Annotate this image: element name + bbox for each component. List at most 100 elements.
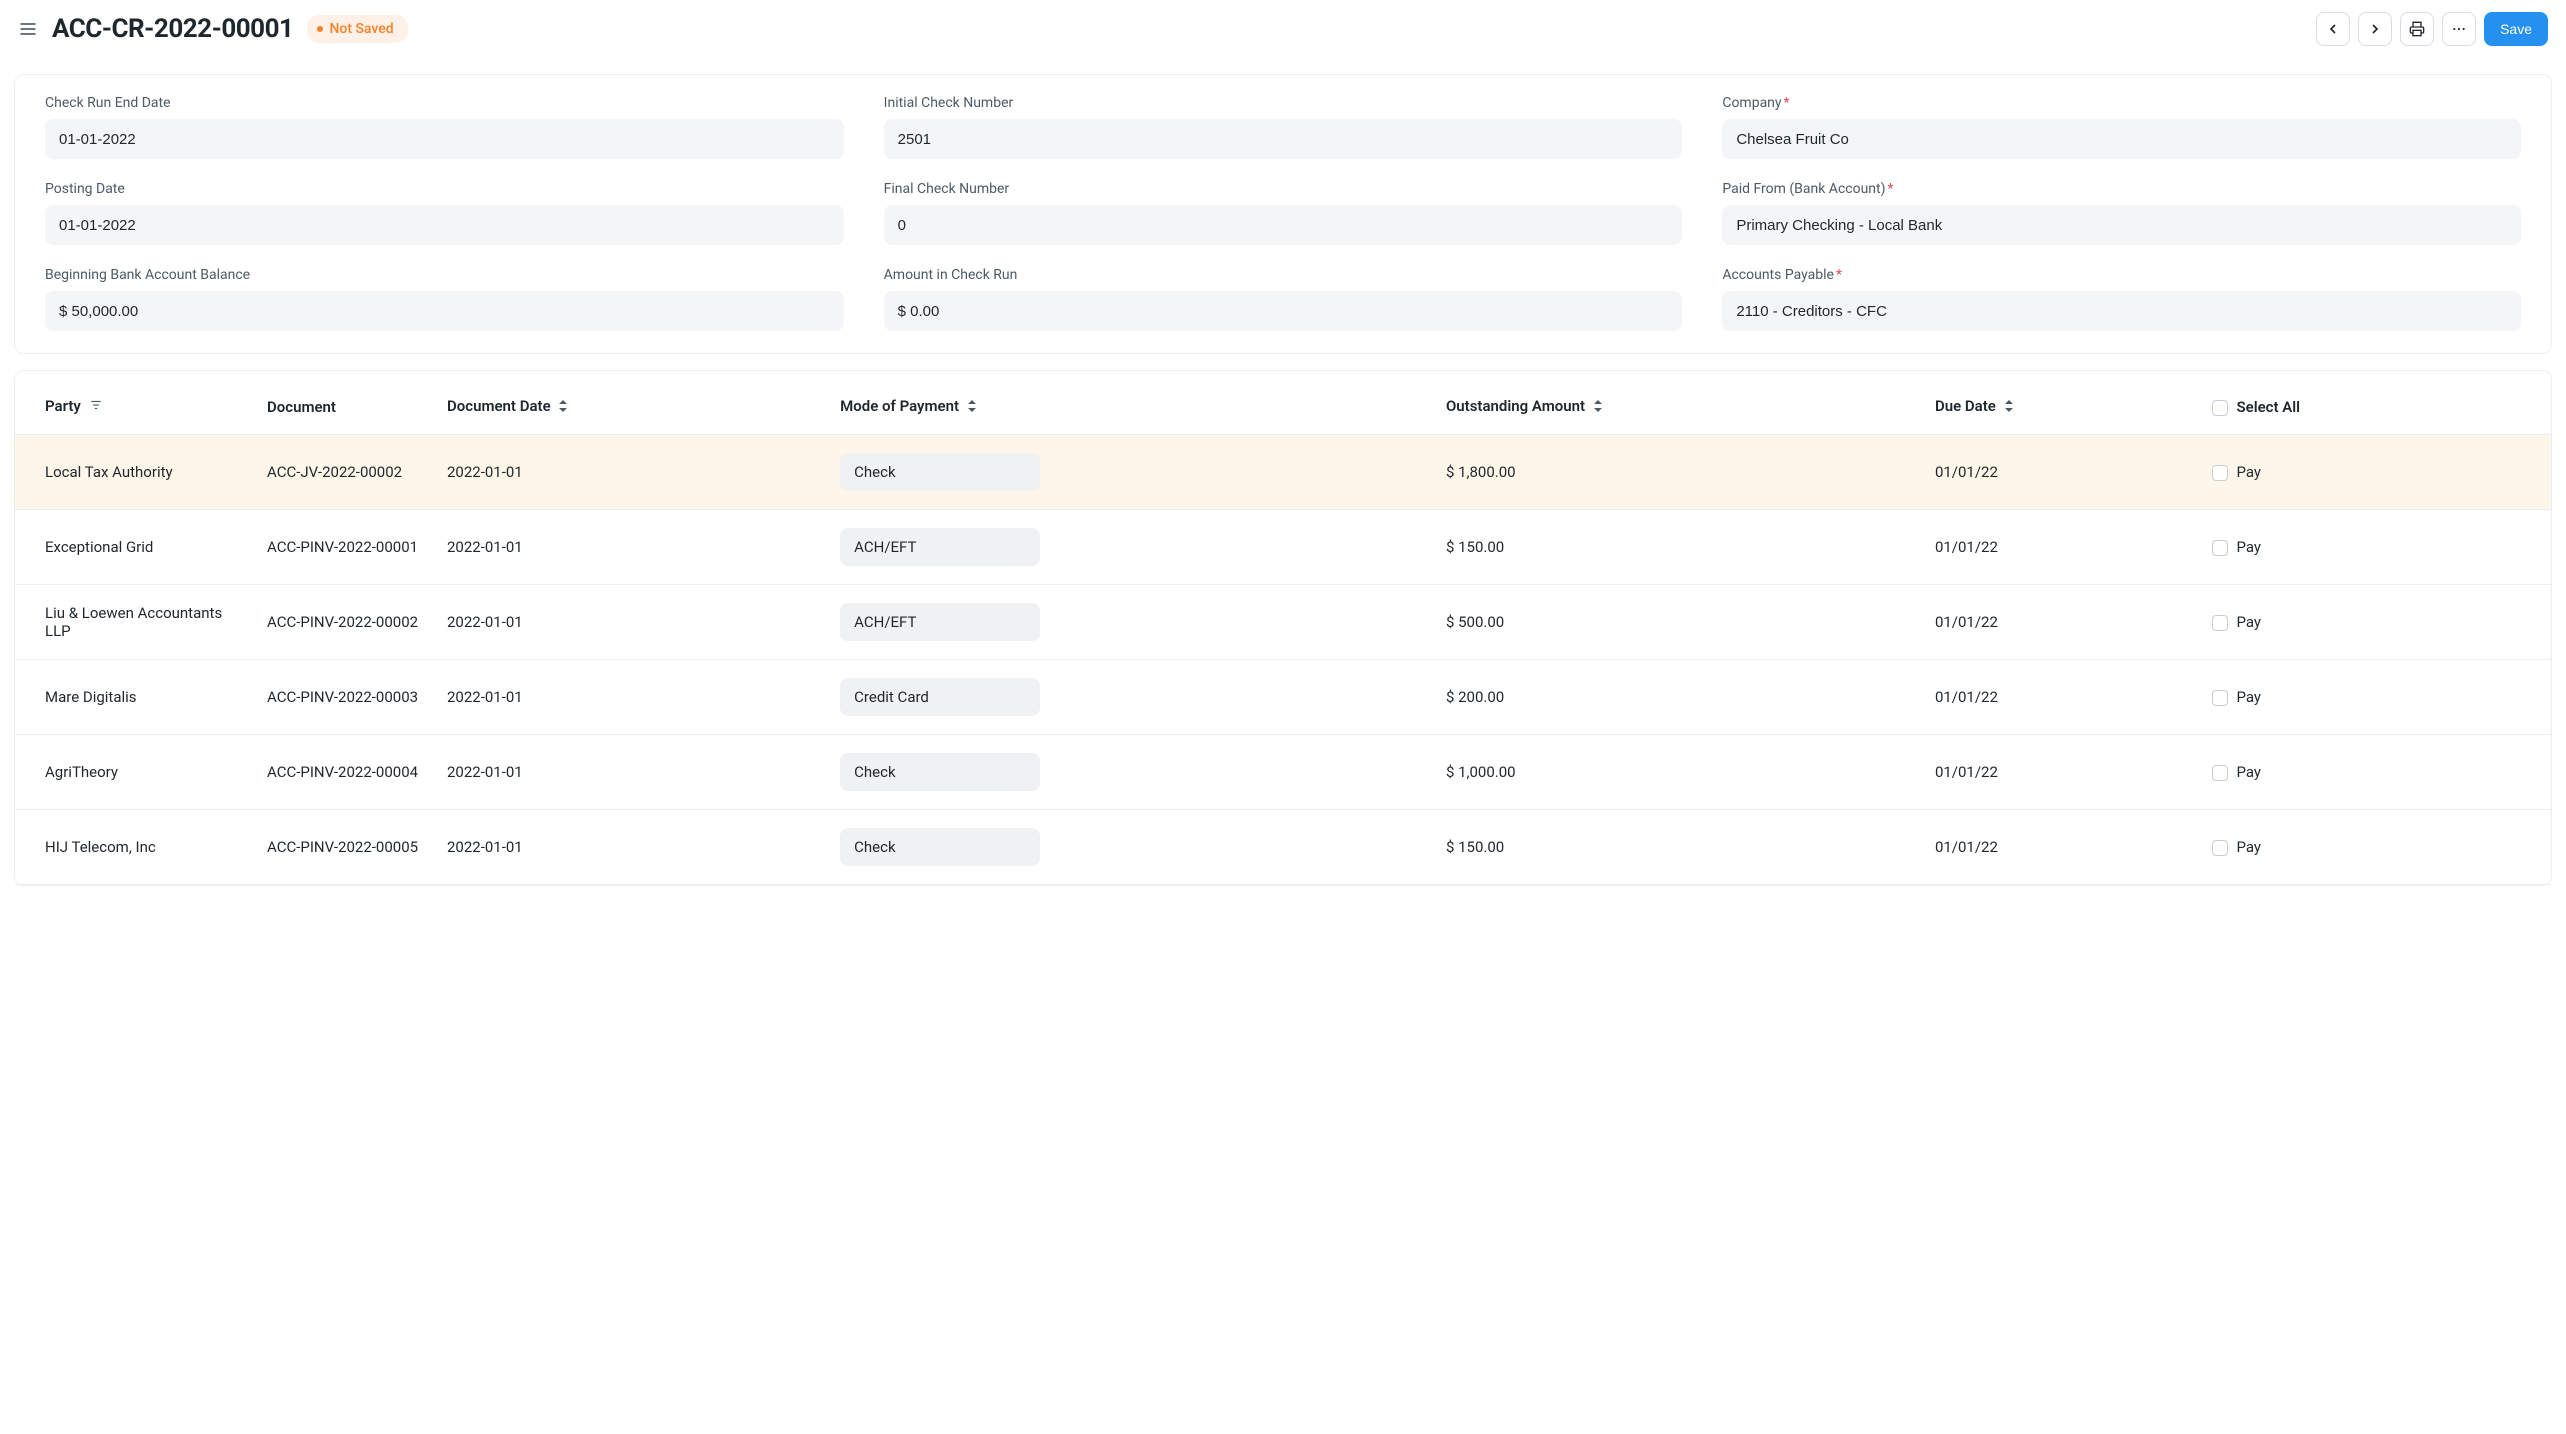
- cell-document: ACC-PINV-2022-00003: [255, 660, 435, 735]
- cell-pay: Pay: [2200, 660, 2551, 735]
- input-company[interactable]: [1722, 119, 2521, 159]
- cell-due: 01/01/22: [1923, 660, 2201, 735]
- th-party[interactable]: Party: [15, 379, 255, 435]
- cell-amount: $ 200.00: [1434, 660, 1923, 735]
- cell-document-date: 2022-01-01: [435, 810, 828, 885]
- cell-due: 01/01/22: [1923, 735, 2201, 810]
- input-posting-date[interactable]: [45, 205, 844, 245]
- table-row[interactable]: AgriTheoryACC-PINV-2022-000042022-01-01C…: [15, 735, 2551, 810]
- print-button[interactable]: [2400, 12, 2434, 46]
- status-dot-icon: [317, 26, 323, 32]
- cell-party: Liu & Loewen Accountants LLP: [15, 585, 255, 660]
- label-paid-from: Paid From (Bank Account)*: [1722, 181, 2521, 197]
- field-company: Company*: [1722, 95, 2521, 159]
- field-final-check-number: Final Check Number: [884, 181, 1683, 245]
- label-initial-check-number: Initial Check Number: [884, 95, 1683, 111]
- table-row[interactable]: HIJ Telecom, IncACC-PINV-2022-000052022-…: [15, 810, 2551, 885]
- filter-icon[interactable]: [89, 398, 103, 416]
- cell-pay: Pay: [2200, 585, 2551, 660]
- input-final-check-number[interactable]: [884, 205, 1683, 245]
- cell-amount: $ 500.00: [1434, 585, 1923, 660]
- pay-checkbox[interactable]: [2212, 465, 2228, 481]
- cell-document: ACC-PINV-2022-00004: [255, 735, 435, 810]
- sort-icon[interactable]: [967, 398, 977, 416]
- pay-checkbox[interactable]: [2212, 615, 2228, 631]
- pay-checkbox[interactable]: [2212, 690, 2228, 706]
- pay-checkbox[interactable]: [2212, 840, 2228, 856]
- field-initial-check-number: Initial Check Number: [884, 95, 1683, 159]
- pay-label: Pay: [2236, 763, 2261, 781]
- cell-party: AgriTheory: [15, 735, 255, 810]
- cell-party: Local Tax Authority: [15, 435, 255, 510]
- cell-document-date: 2022-01-01: [435, 660, 828, 735]
- cell-mode: Credit Card: [828, 660, 1434, 735]
- table-row[interactable]: Liu & Loewen Accountants LLPACC-PINV-202…: [15, 585, 2551, 660]
- mode-select[interactable]: Credit Card: [840, 678, 1040, 716]
- cell-amount: $ 150.00: [1434, 810, 1923, 885]
- cell-due: 01/01/22: [1923, 435, 2201, 510]
- input-initial-check-number[interactable]: [884, 119, 1683, 159]
- prev-button[interactable]: [2316, 12, 2350, 46]
- cell-party: Exceptional Grid: [15, 510, 255, 585]
- mode-select[interactable]: ACH/EFT: [840, 528, 1040, 566]
- form-card: Check Run End Date Initial Check Number …: [14, 74, 2552, 354]
- cell-due: 01/01/22: [1923, 510, 2201, 585]
- field-paid-from: Paid From (Bank Account)*: [1722, 181, 2521, 245]
- th-document-date[interactable]: Document Date: [435, 379, 828, 435]
- th-outstanding[interactable]: Outstanding Amount: [1434, 379, 1923, 435]
- pay-checkbox[interactable]: [2212, 540, 2228, 556]
- table-row[interactable]: Local Tax AuthorityACC-JV-2022-000022022…: [15, 435, 2551, 510]
- menu-icon[interactable]: [18, 19, 38, 39]
- cell-party: Mare Digitalis: [15, 660, 255, 735]
- pay-label: Pay: [2236, 463, 2261, 481]
- cell-pay: Pay: [2200, 810, 2551, 885]
- sort-icon[interactable]: [1593, 398, 1603, 416]
- table-card: Party Document Document Date Mode of Pay…: [14, 370, 2552, 886]
- cell-due: 01/01/22: [1923, 585, 2201, 660]
- field-beginning-balance: Beginning Bank Account Balance: [45, 267, 844, 331]
- sort-icon[interactable]: [2004, 398, 2014, 416]
- th-select-all[interactable]: Select All: [2200, 379, 2551, 435]
- input-paid-from[interactable]: [1722, 205, 2521, 245]
- cell-party: HIJ Telecom, Inc: [15, 810, 255, 885]
- table-row[interactable]: Exceptional GridACC-PINV-2022-000012022-…: [15, 510, 2551, 585]
- input-check-run-end-date[interactable]: [45, 119, 844, 159]
- input-amount-in-run[interactable]: [884, 291, 1683, 331]
- label-amount-in-run: Amount in Check Run: [884, 267, 1683, 283]
- pay-label: Pay: [2236, 838, 2261, 856]
- next-button[interactable]: [2358, 12, 2392, 46]
- table-row[interactable]: Mare DigitalisACC-PINV-2022-000032022-01…: [15, 660, 2551, 735]
- label-company: Company*: [1722, 95, 2521, 111]
- cell-mode: ACH/EFT: [828, 585, 1434, 660]
- cell-amount: $ 150.00: [1434, 510, 1923, 585]
- cell-mode: Check: [828, 810, 1434, 885]
- more-button[interactable]: [2442, 12, 2476, 46]
- status-badge: Not Saved: [307, 15, 407, 43]
- cell-pay: Pay: [2200, 435, 2551, 510]
- cell-pay: Pay: [2200, 735, 2551, 810]
- cell-amount: $ 1,000.00: [1434, 735, 1923, 810]
- cell-amount: $ 1,800.00: [1434, 435, 1923, 510]
- th-document[interactable]: Document: [255, 379, 435, 435]
- sort-icon[interactable]: [558, 398, 568, 416]
- select-all-checkbox[interactable]: [2212, 400, 2228, 416]
- th-mode[interactable]: Mode of Payment: [828, 379, 1434, 435]
- mode-select[interactable]: Check: [840, 453, 1040, 491]
- save-button[interactable]: Save: [2484, 12, 2548, 46]
- label-final-check-number: Final Check Number: [884, 181, 1683, 197]
- cell-document-date: 2022-01-01: [435, 585, 828, 660]
- input-beginning-balance[interactable]: [45, 291, 844, 331]
- input-accounts-payable[interactable]: [1722, 291, 2521, 331]
- th-due-date[interactable]: Due Date: [1923, 379, 2201, 435]
- pay-label: Pay: [2236, 688, 2261, 706]
- cell-mode: Check: [828, 435, 1434, 510]
- status-text: Not Saved: [329, 21, 393, 37]
- mode-select[interactable]: ACH/EFT: [840, 603, 1040, 641]
- label-posting-date: Posting Date: [45, 181, 844, 197]
- mode-select[interactable]: Check: [840, 753, 1040, 791]
- cell-document: ACC-JV-2022-00002: [255, 435, 435, 510]
- pay-label: Pay: [2236, 538, 2261, 556]
- label-beginning-balance: Beginning Bank Account Balance: [45, 267, 844, 283]
- pay-checkbox[interactable]: [2212, 765, 2228, 781]
- mode-select[interactable]: Check: [840, 828, 1040, 866]
